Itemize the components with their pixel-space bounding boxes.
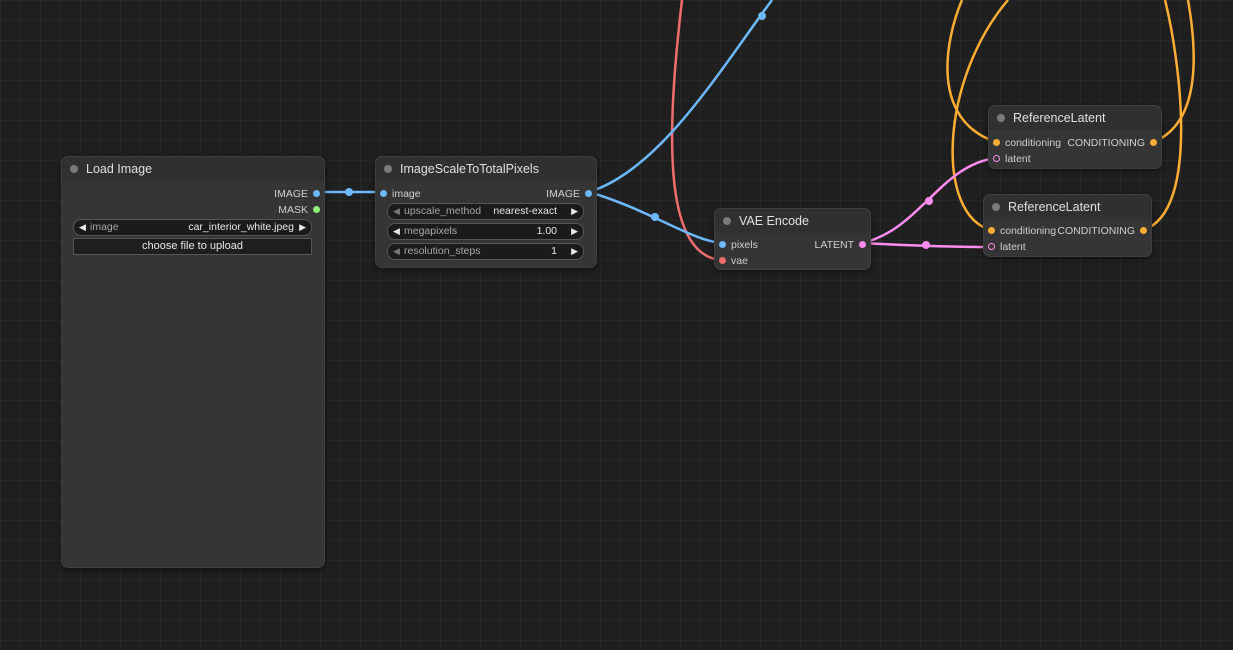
node-title-bar[interactable]: ReferenceLatent	[984, 195, 1151, 219]
slot-label: latent	[1000, 241, 1026, 253]
link-midpoint[interactable]	[651, 213, 659, 221]
input-slot-conditioning[interactable]: conditioning	[993, 136, 1062, 150]
slot-dot-icon[interactable]	[988, 243, 995, 250]
widget-value: 1	[551, 245, 557, 257]
slot-label: conditioning	[1000, 225, 1057, 237]
slot-label: pixels	[731, 239, 758, 251]
arrow-left-icon[interactable]: ◀	[79, 220, 86, 235]
widget-value: car_interior_white.jpeg	[188, 221, 294, 233]
node-title-bar[interactable]: ImageScaleToTotalPixels	[376, 157, 596, 181]
slot-dot-icon[interactable]	[313, 206, 320, 213]
slot-label: conditioning	[1005, 137, 1062, 149]
widget-label: megapixels	[404, 225, 458, 237]
image-scale-node[interactable]: ImageScaleToTotalPixels image IMAGE ◀ up…	[375, 156, 597, 268]
slot-dot-icon[interactable]	[988, 227, 995, 234]
output-slot-image[interactable]: IMAGE	[228, 187, 320, 201]
slot-label: IMAGE	[546, 188, 580, 200]
slot-label: LATENT	[814, 239, 854, 251]
collapse-dot-icon[interactable]	[384, 165, 392, 173]
input-slot-image[interactable]: image	[380, 187, 421, 201]
upload-button[interactable]: choose file to upload	[73, 238, 312, 255]
collapse-dot-icon[interactable]	[992, 203, 1000, 211]
input-slot-latent[interactable]: latent	[993, 152, 1031, 166]
widget-label: image	[90, 221, 119, 233]
load-image-node[interactable]: Load Image IMAGE MASK ◀ image car_interi…	[61, 156, 325, 568]
slot-dot-icon[interactable]	[719, 241, 726, 248]
slot-dot-icon[interactable]	[585, 190, 592, 197]
slot-label: vae	[731, 255, 748, 267]
node-title-bar[interactable]: VAE Encode	[715, 209, 870, 233]
node-title: ReferenceLatent	[1013, 111, 1106, 125]
widget-value: 1.00	[536, 225, 557, 237]
arrow-right-icon[interactable]: ▶	[571, 244, 578, 259]
widget-value: nearest-exact	[493, 205, 557, 217]
output-slot-conditioning[interactable]: CONDITIONING	[1055, 224, 1147, 238]
slot-label: MASK	[278, 204, 308, 216]
link-midpoint[interactable]	[922, 241, 930, 249]
link-midpoint[interactable]	[758, 12, 766, 20]
vae-encode-node[interactable]: VAE Encode pixels vae LATENT	[714, 208, 871, 270]
link-midpoint[interactable]	[925, 197, 933, 205]
arrow-left-icon[interactable]: ◀	[393, 244, 400, 259]
input-slot-conditioning[interactable]: conditioning	[988, 224, 1057, 238]
arrow-left-icon[interactable]: ◀	[393, 204, 400, 219]
slot-label: CONDITIONING	[1057, 225, 1135, 237]
output-slot-latent[interactable]: LATENT	[784, 238, 866, 252]
node-title-bar[interactable]: Load Image	[62, 157, 324, 181]
slot-dot-icon[interactable]	[993, 155, 1000, 162]
input-slot-vae[interactable]: vae	[719, 254, 748, 268]
slot-dot-icon[interactable]	[380, 190, 387, 197]
output-slot-image[interactable]: IMAGE	[500, 187, 592, 201]
reference-latent-node-2[interactable]: ReferenceLatent conditioning latent COND…	[983, 194, 1152, 257]
arrow-right-icon[interactable]: ▶	[299, 220, 306, 235]
node-title: ImageScaleToTotalPixels	[400, 162, 539, 176]
node-title: ReferenceLatent	[1008, 200, 1101, 214]
arrow-right-icon[interactable]: ▶	[571, 224, 578, 239]
slot-label: latent	[1005, 153, 1031, 165]
reference-latent-node-1[interactable]: ReferenceLatent conditioning latent COND…	[988, 105, 1162, 169]
slot-dot-icon[interactable]	[313, 190, 320, 197]
output-slot-mask[interactable]: MASK	[228, 203, 320, 217]
link-midpoint[interactable]	[345, 188, 353, 196]
slot-label: image	[392, 188, 421, 200]
slot-label: CONDITIONING	[1067, 137, 1145, 149]
output-slot-conditioning[interactable]: CONDITIONING	[1065, 136, 1157, 150]
collapse-dot-icon[interactable]	[997, 114, 1005, 122]
image-combo-widget[interactable]: ◀ image car_interior_white.jpeg ▶	[73, 219, 312, 236]
slot-dot-icon[interactable]	[1150, 139, 1157, 146]
collapse-dot-icon[interactable]	[723, 217, 731, 225]
arrow-left-icon[interactable]: ◀	[393, 224, 400, 239]
slot-dot-icon[interactable]	[993, 139, 1000, 146]
input-slot-pixels[interactable]: pixels	[719, 238, 758, 252]
collapse-dot-icon[interactable]	[70, 165, 78, 173]
image-link[interactable]	[588, 0, 774, 194]
slot-dot-icon[interactable]	[1140, 227, 1147, 234]
arrow-right-icon[interactable]: ▶	[571, 204, 578, 219]
input-slot-latent[interactable]: latent	[988, 240, 1026, 254]
node-title-bar[interactable]: ReferenceLatent	[989, 106, 1161, 130]
resolution-steps-widget[interactable]: ◀ resolution_steps 1 ▶	[387, 243, 584, 260]
node-title: VAE Encode	[739, 214, 809, 228]
slot-dot-icon[interactable]	[859, 241, 866, 248]
node-title: Load Image	[86, 162, 153, 176]
widget-label: resolution_steps	[404, 245, 481, 257]
megapixels-widget[interactable]: ◀ megapixels 1.00 ▶	[387, 223, 584, 240]
widget-label: upscale_method	[404, 205, 482, 217]
slot-label: IMAGE	[274, 188, 308, 200]
slot-dot-icon[interactable]	[719, 257, 726, 264]
upscale-method-widget[interactable]: ◀ upscale_method nearest-exact ▶	[387, 203, 584, 220]
